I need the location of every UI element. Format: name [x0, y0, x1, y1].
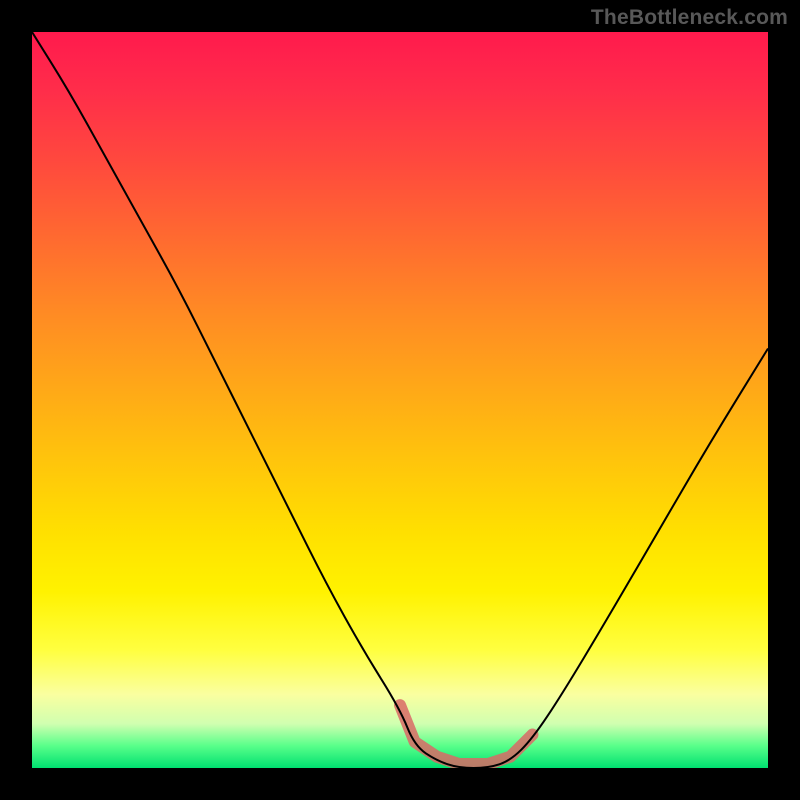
chart-svg — [32, 32, 768, 768]
valley-highlight-path — [400, 705, 532, 764]
bottleneck-curve-path — [32, 32, 768, 768]
chart-plot-area — [32, 32, 768, 768]
attribution-text: TheBottleneck.com — [591, 6, 788, 30]
